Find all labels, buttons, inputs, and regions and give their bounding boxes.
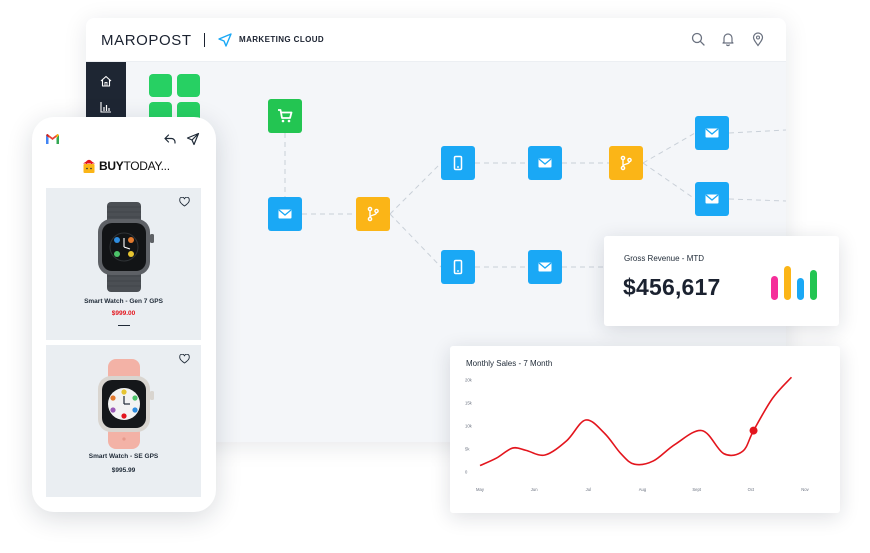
product-title[interactable]: Smart Watch - Gen 7 GPS [46,298,201,305]
x-tick-label: Nov [801,487,809,492]
x-tick-label: Jul [586,487,591,492]
heart-icon[interactable] [179,197,190,207]
y-tick-label: 15k [465,401,473,406]
y-tick-label: 10k [465,424,473,429]
revenue-value: $456,617 [623,274,721,300]
phone-email-preview: BUY TODAY... Smart Watch - Gen 7 GPS $99… [32,117,216,512]
watch-image [98,359,154,449]
location-pin-icon[interactable] [750,31,766,47]
y-tick-label: 0 [465,470,468,475]
product-title[interactable]: Smart Watch - SE GPS [46,453,201,460]
maropost-logo[interactable]: MAROPOST [101,32,192,49]
product-card[interactable]: Smart Watch - SE GPS $995.99 [46,345,201,497]
email-node[interactable] [695,182,729,216]
y-tick-label: 20k [465,378,473,383]
branch-icon [620,155,632,171]
email-icon [538,158,552,168]
email-icon [538,262,552,272]
x-tick-label: May [476,487,485,492]
x-tick-label: Sept [692,487,701,492]
email-node[interactable] [528,250,562,284]
send-icon[interactable] [186,132,200,146]
mobile-icon [453,259,463,275]
app-header: MAROPOST MARKETING CLOUD [86,18,786,62]
x-tick-label: Jun [531,487,538,492]
split-node[interactable] [356,197,390,231]
sales-line-chart: 20k 15k 10k 5k 0 May Jun Jul Aug Sept Oct Nov [465,376,810,492]
email-node[interactable] [695,116,729,150]
x-tick-label: Oct [748,487,755,492]
header-divider [204,33,205,47]
y-tick-label: 5k [465,447,470,452]
highlight-point[interactable] [749,426,758,435]
monthly-sales-card: Monthly Sales - 7 Month 20k 15k 10k 5k 0 May J… [450,346,840,513]
gross-revenue-card: Gross Revenue - MTD $456,617 [604,236,839,326]
search-icon[interactable] [690,31,706,47]
branch-icon [367,206,379,222]
brand-name-light: TODAY... [123,159,170,173]
email-node[interactable] [268,197,302,231]
reply-icon[interactable] [163,132,177,146]
x-tick-label: Aug [639,487,647,492]
revenue-bars-icon [771,266,817,300]
email-icon [705,194,719,204]
email-icon [705,128,719,138]
bar-chart-icon[interactable] [99,100,113,114]
sales-series-line [479,376,793,467]
revenue-label: Gross Revenue - MTD [624,254,705,263]
watch-image [98,202,154,292]
cart-trigger-node[interactable] [268,99,302,133]
product-card[interactable]: Smart Watch - Gen 7 GPS $999.00 [46,188,201,340]
mobile-icon [453,155,463,171]
home-icon[interactable] [99,74,113,88]
gmail-icon[interactable] [45,133,60,145]
old-price-strike [118,325,130,326]
brand-logo: BUY TODAY... [82,156,170,176]
sms-node[interactable] [441,146,475,180]
product-price: $995.99 [111,467,136,474]
product-price: $999.00 [111,310,136,317]
heart-icon[interactable] [179,354,190,364]
brand-name-bold: BUY [99,159,124,173]
cart-icon [278,109,293,123]
bell-icon[interactable] [720,31,736,47]
shopping-bag-icon [83,159,95,173]
split-node[interactable] [609,146,643,180]
sms-node[interactable] [441,250,475,284]
send-arrow-icon [218,33,232,47]
template-tile[interactable] [177,74,200,97]
product-name: MARKETING CLOUD [239,35,325,44]
email-node[interactable] [528,146,562,180]
email-icon [278,209,292,219]
template-tile[interactable] [149,74,172,97]
